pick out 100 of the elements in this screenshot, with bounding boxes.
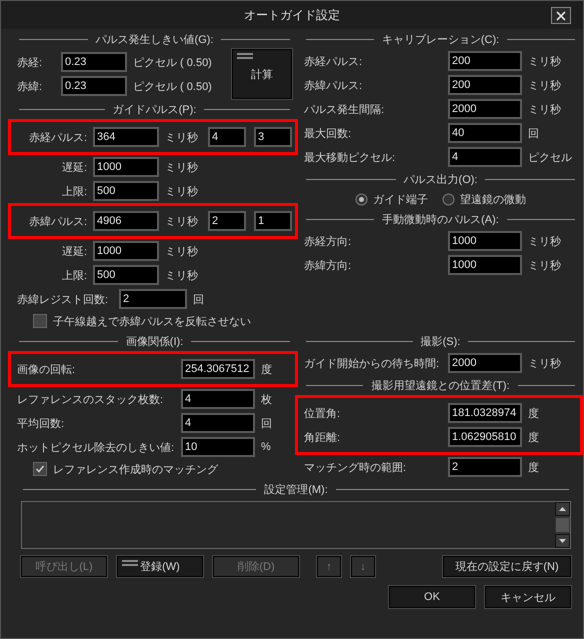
unit-label: ピクセル — [528, 150, 572, 164]
unit-label: 回 — [193, 292, 204, 306]
scroll-down-icon[interactable] — [555, 534, 570, 548]
unit-label: 度 — [528, 430, 539, 444]
close-button[interactable] — [551, 7, 571, 24]
section-title: 設定管理(M): — [264, 482, 328, 496]
field-label: レファレンスのスタック枚数: — [17, 392, 164, 406]
input-field[interactable]: 1000 — [448, 231, 522, 251]
radio-button[interactable] — [442, 192, 455, 206]
field-label: 上限: — [60, 184, 87, 198]
section-title: ガイドパルス(P): — [112, 102, 196, 116]
unit-label: 回 — [261, 416, 272, 430]
input-field[interactable]: 4 — [208, 127, 246, 147]
input-field[interactable]: 2 — [448, 457, 522, 477]
input-field[interactable]: 2000 — [448, 353, 522, 373]
field-label: ホットピクセル除去のしきい値: — [17, 440, 175, 454]
input-field[interactable]: 3 — [254, 127, 292, 147]
scrollbar[interactable] — [555, 502, 570, 548]
unit-label: ミリ秒 — [528, 78, 561, 92]
input-field[interactable]: 2 — [208, 211, 246, 231]
unit-label: ミリ秒 — [528, 234, 561, 248]
unit-label: 度 — [261, 362, 272, 376]
field-label: マッチング時の範囲: — [304, 460, 408, 474]
radio-label: 望遠鏡の微動 — [460, 192, 526, 206]
unit-label: ピクセル ( 0.50) — [133, 80, 212, 94]
unit-label: ピクセル ( 0.50) — [133, 56, 212, 70]
input-field[interactable]: 1000 — [93, 157, 159, 177]
dialog-button[interactable]: キャンセル — [485, 586, 571, 608]
field-label: 位置角: — [304, 406, 342, 420]
checkbox-label: 子午線越えで赤緯パルスを反転させない — [53, 314, 251, 328]
input-field[interactable]: 200 — [448, 51, 522, 71]
checkbox[interactable] — [33, 462, 47, 476]
unit-label: ミリ秒 — [528, 102, 561, 116]
settings-button[interactable]: 登録(W) — [117, 556, 203, 577]
unit-label: ミリ秒 — [528, 258, 561, 272]
unit-label: ミリ秒 — [165, 268, 198, 282]
unit-label: ミリ秒 — [165, 160, 198, 174]
field-label: 赤緯方向: — [304, 258, 352, 272]
field-label: 最大移動ピクセル: — [304, 150, 396, 164]
unit-label: ミリ秒 — [165, 130, 198, 144]
checkmark-icon — [35, 464, 45, 474]
unit-label: 度 — [528, 460, 539, 474]
field-label: 赤緯レジスト回数: — [17, 292, 110, 306]
section-title: パルス発生しきい値(G): — [96, 32, 214, 46]
input-field[interactable]: 1000 — [448, 255, 522, 275]
field-label: 赤経パルス: — [304, 54, 364, 68]
input-field[interactable]: 4 — [181, 389, 255, 409]
field-label: 角距離: — [304, 430, 342, 444]
input-field[interactable]: 181.0328974 — [448, 403, 522, 423]
field-label: 遅延: — [60, 160, 87, 174]
checkbox-label: レファレンス作成時のマッチング — [53, 462, 218, 476]
section-title: 画像関係(I): — [126, 334, 184, 348]
section-title: パルス出力(O): — [404, 172, 478, 186]
section-title: 撮影(S): — [420, 334, 460, 348]
close-icon — [556, 10, 566, 20]
field-label: パルス発生間隔: — [304, 102, 386, 116]
input-field[interactable]: 2 — [119, 289, 187, 309]
field-label: 画像の回転: — [17, 362, 76, 376]
calculate-button[interactable]: 計算 — [232, 49, 292, 99]
radio-button[interactable] — [355, 192, 368, 206]
input-field[interactable]: 1.062905810 — [448, 427, 522, 447]
field-label: 赤経方向: — [304, 234, 352, 248]
unit-label: ミリ秒 — [528, 356, 561, 370]
input-field[interactable]: 0.23 — [61, 76, 127, 96]
field-label: 赤緯パルス: — [28, 214, 87, 228]
section-title: 手動微動時のパルス(A): — [382, 212, 499, 226]
input-field[interactable]: 1 — [254, 211, 292, 231]
scroll-thumb[interactable] — [555, 518, 570, 532]
grip-icon — [122, 560, 138, 566]
field-label: 赤経パルス: — [28, 130, 87, 144]
checkbox[interactable] — [33, 314, 47, 328]
input-field[interactable]: 500 — [93, 181, 159, 201]
section-title: キャリブレーション(C): — [382, 32, 500, 46]
input-field[interactable]: 254.3067512 — [181, 359, 255, 379]
unit-label: ミリ秒 — [165, 214, 198, 228]
field-label: 平均回数: — [17, 416, 66, 430]
input-field[interactable]: 2000 — [448, 99, 522, 119]
input-field[interactable]: 1000 — [93, 241, 159, 261]
input-field[interactable]: 200 — [448, 75, 522, 95]
input-field[interactable]: 40 — [448, 123, 522, 143]
field-label: 赤緯: — [17, 80, 44, 94]
input-field[interactable]: 4 — [448, 147, 522, 167]
section-title: 撮影用望遠鏡との位置差(T): — [371, 378, 510, 392]
radio-label: ガイド端子 — [373, 192, 428, 206]
grip-icon — [237, 53, 253, 59]
unit-label: 回 — [528, 126, 539, 140]
unit-label: % — [261, 441, 271, 453]
field-label: ガイド開始からの待ち時間: — [304, 356, 440, 370]
input-field[interactable]: 0.23 — [61, 52, 127, 72]
input-field[interactable]: 364 — [93, 127, 159, 147]
unit-label: 度 — [528, 406, 539, 420]
field-label: 上限: — [60, 268, 87, 282]
input-field[interactable]: 10 — [181, 437, 255, 457]
input-field[interactable]: 4906 — [93, 211, 159, 231]
restore-button[interactable]: 現在の設定に戻す(N) — [443, 556, 571, 577]
dialog-button[interactable]: OK — [389, 586, 475, 608]
scroll-up-icon[interactable] — [555, 502, 570, 516]
input-field[interactable]: 4 — [181, 413, 255, 433]
field-label: 遅延: — [60, 244, 87, 258]
input-field[interactable]: 500 — [93, 265, 159, 285]
